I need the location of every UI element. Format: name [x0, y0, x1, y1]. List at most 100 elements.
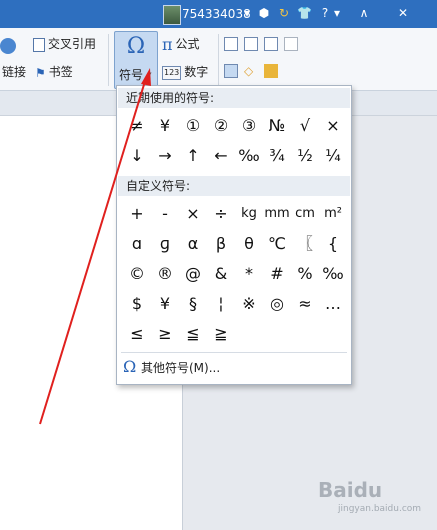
symbol-cell[interactable]: ½: [291, 142, 319, 170]
eraser-icon[interactable]: ◇: [244, 64, 258, 78]
number-button[interactable]: 123 数字: [162, 64, 208, 80]
symbol-cell[interactable]: ¾: [263, 142, 291, 170]
cross-reference-button[interactable]: 交叉引用: [33, 36, 96, 52]
link-button[interactable]: 链接: [2, 64, 26, 80]
number-icon: 123: [162, 65, 182, 80]
symbol-cell[interactable]: ≧: [207, 320, 235, 348]
symbol-cell[interactable]: ÷: [207, 200, 235, 228]
symbol-cell[interactable]: ≦: [179, 320, 207, 348]
flag-icon: ⚑: [35, 65, 46, 80]
symbol-cell[interactable]: ≤: [123, 320, 151, 348]
symbol-cell[interactable]: ←: [207, 142, 235, 170]
symbol-cell[interactable]: ɑ: [123, 230, 151, 258]
symbol-cell[interactable]: ɡ: [151, 230, 179, 258]
symbol-dropdown: 近期使用的符号: ≠ ¥ ① ② ③ № √ × ↓ → ↑ ← ‰ ¾ ½ ¼ 自定义符号: + - × ÷ kg m…: [116, 85, 352, 385]
symbol-cell[interactable]: ①: [179, 112, 207, 140]
watermark-brand: Baidu: [318, 478, 383, 502]
symbol-cell[interactable]: ℃: [263, 230, 291, 258]
symbol-cell[interactable]: -: [151, 200, 179, 228]
list-field-icon[interactable]: [264, 37, 278, 51]
symbol-cell[interactable]: +: [123, 200, 151, 228]
symbol-cell[interactable]: ©: [123, 260, 151, 288]
more-symbols-item[interactable]: Ω 其他符号(M)...: [123, 356, 343, 378]
collapse-icon[interactable]: ∧: [357, 6, 371, 20]
ribbon-divider: [108, 34, 109, 86]
custom-symbols-header: 自定义符号:: [118, 176, 350, 196]
bookmark-label: 书签: [48, 65, 73, 79]
title-bar: 754334038 ▾ ⬢ ↻ 👕 ? ▾ ∧ ✕: [0, 0, 437, 28]
omega-icon: Ω: [126, 34, 146, 59]
avatar[interactable]: [163, 5, 181, 25]
symbol-cell[interactable]: ≥: [151, 320, 179, 348]
symbol-cell[interactable]: ↑: [179, 142, 207, 170]
formula-button[interactable]: π 公式: [162, 36, 200, 53]
symbol-cell[interactable]: ③: [235, 112, 263, 140]
symbol-cell[interactable]: #: [263, 260, 291, 288]
symbol-cell[interactable]: *: [235, 260, 263, 288]
symbol-cell[interactable]: ®: [151, 260, 179, 288]
checkbox-field-icon[interactable]: [244, 37, 258, 51]
cross-reference-icon: [33, 37, 45, 52]
symbol-cell[interactable]: ¼: [319, 142, 347, 170]
symbol-cell[interactable]: α: [179, 230, 207, 258]
symbol-cell[interactable]: $: [123, 290, 151, 318]
symbol-cell[interactable]: ≈: [291, 290, 319, 318]
chevron-down-icon: ▾: [148, 70, 152, 78]
symbol-cell[interactable]: №: [263, 112, 291, 140]
text-field-icon[interactable]: [284, 37, 298, 51]
watermark-url: jingyan.baidu.com: [338, 504, 422, 514]
formula-label: 公式: [175, 37, 200, 51]
symbol-cell[interactable]: ‰: [319, 260, 347, 288]
symbol-cell[interactable]: &: [207, 260, 235, 288]
shirt-icon[interactable]: 👕: [297, 6, 312, 20]
link-label: 链接: [2, 65, 27, 79]
symbol-cell[interactable]: ※: [235, 290, 263, 318]
symbol-cell[interactable]: §: [179, 290, 207, 318]
menu-divider: [121, 352, 347, 353]
hyperlink-button[interactable]: [0, 37, 19, 54]
symbol-cell[interactable]: ×: [319, 112, 347, 140]
number-label: 数字: [184, 65, 209, 79]
skin-icon[interactable]: ↻: [277, 6, 291, 20]
symbol-cell[interactable]: ‰: [235, 142, 263, 170]
symbol-cell[interactable]: β: [207, 230, 235, 258]
symbol-cell[interactable]: {: [319, 230, 347, 258]
bookmark-button[interactable]: ⚑ 书签: [35, 64, 73, 81]
omega-icon: Ω: [123, 357, 137, 376]
pi-icon: π: [162, 34, 173, 54]
symbol-cell[interactable]: √: [291, 112, 319, 140]
symbol-cell[interactable]: 〖: [291, 230, 319, 258]
symbol-cell[interactable]: ≠: [123, 112, 151, 140]
help-dropdown-icon[interactable]: ▾: [330, 6, 344, 20]
symbol-cell[interactable]: ¥: [151, 112, 179, 140]
lock-icon[interactable]: [264, 64, 278, 78]
symbol-cell[interactable]: m²: [319, 200, 347, 228]
symbol-cell[interactable]: …: [319, 290, 347, 318]
recent-symbols-header: 近期使用的符号:: [118, 88, 350, 108]
ribbon-divider: [218, 34, 219, 86]
symbol-cell[interactable]: ¥: [151, 290, 179, 318]
symbol-cell[interactable]: mm: [263, 200, 291, 228]
symbol-cell[interactable]: ↓: [123, 142, 151, 170]
cross-reference-label: 交叉引用: [48, 37, 97, 51]
close-icon[interactable]: ✕: [396, 6, 410, 20]
symbol-cell[interactable]: ◎: [263, 290, 291, 318]
symbol-cell[interactable]: ×: [179, 200, 207, 228]
symbol-cell[interactable]: %: [291, 260, 319, 288]
at-field-icon[interactable]: [224, 64, 238, 78]
symbol-button[interactable]: Ω 符号 ▾: [114, 31, 158, 89]
symbol-cell[interactable]: kg: [235, 200, 263, 228]
dropdown-arrow-icon[interactable]: ▾: [240, 6, 254, 20]
symbol-label: 符号: [119, 68, 144, 82]
form-field-icon[interactable]: [224, 37, 238, 51]
more-symbols-label: 其他符号(M)...: [141, 361, 221, 375]
watermark: Baidu jingyan.baidu.com: [318, 478, 430, 524]
symbol-cell[interactable]: cm: [291, 200, 319, 228]
symbol-cell[interactable]: →: [151, 142, 179, 170]
symbol-cell[interactable]: ¦: [207, 290, 235, 318]
globe-link-icon: [0, 37, 16, 54]
symbol-cell[interactable]: θ: [235, 230, 263, 258]
symbol-cell[interactable]: ②: [207, 112, 235, 140]
symbol-cell[interactable]: @: [179, 260, 207, 288]
shield-icon[interactable]: ⬢: [257, 6, 271, 20]
